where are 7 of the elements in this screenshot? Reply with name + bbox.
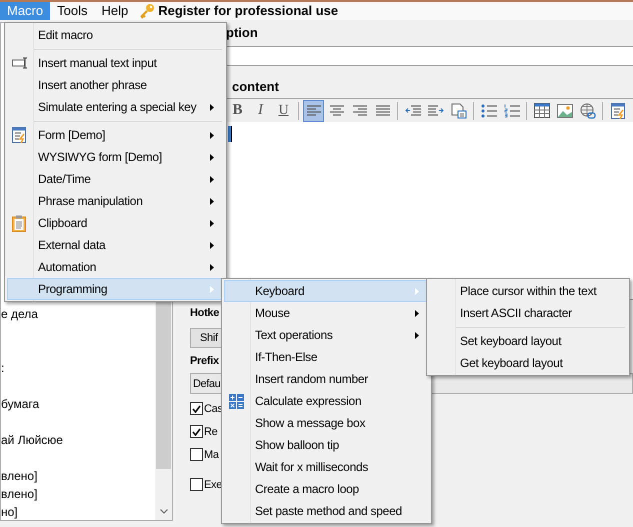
checkbox-label: Exe	[204, 478, 222, 492]
section-label: content	[232, 78, 279, 96]
prefix-label: Prefix	[190, 354, 219, 369]
checkbox-label: Re	[204, 424, 218, 440]
checkbox-label: Ma	[204, 448, 219, 462]
hotkey-label: Hotke	[190, 306, 220, 320]
section-label: ption	[226, 24, 258, 42]
